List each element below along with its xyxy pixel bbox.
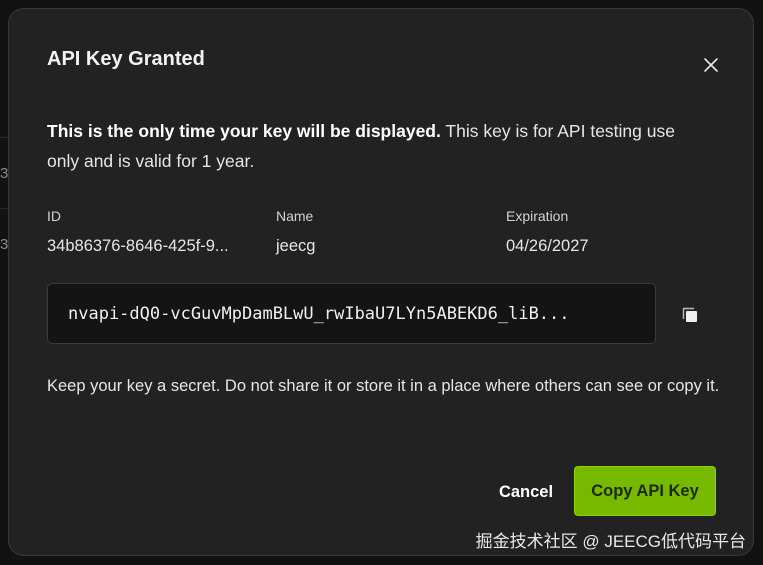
name-label: Name (276, 208, 314, 224)
expiration-label: Expiration (506, 208, 569, 224)
key-display-notice: This is the only time your key will be d… (47, 116, 687, 176)
copy-api-key-button[interactable]: Copy API Key (574, 466, 716, 516)
id-value: 34b86376-8646-425f-9... (47, 237, 229, 255)
secret-warning-text: Keep your key a secret. Do not share it … (47, 377, 720, 395)
dialog-title: API Key Granted (47, 48, 205, 70)
notice-bold-text: This is the only time your key will be d… (47, 121, 441, 141)
cancel-button[interactable]: Cancel (481, 475, 571, 509)
name-value: jeecg (276, 237, 316, 255)
close-icon (704, 58, 718, 72)
api-key-field[interactable]: nvapi-dQ0-vcGuvMpDamBLwU_rwIbaU7LYn5ABEK… (47, 283, 656, 344)
watermark-text: 掘金技术社区 @ JEECG低代码平台 (475, 532, 746, 551)
copy-icon (682, 307, 697, 322)
copy-key-icon-button[interactable] (681, 306, 699, 324)
id-label: ID (47, 208, 61, 224)
api-key-dialog: API Key Granted This is the only time yo… (8, 8, 754, 556)
expiration-value: 04/26/2027 (506, 237, 589, 255)
api-key-text[interactable]: nvapi-dQ0-vcGuvMpDamBLwU_rwIbaU7LYn5ABEK… (68, 304, 635, 324)
close-button[interactable] (699, 53, 723, 77)
